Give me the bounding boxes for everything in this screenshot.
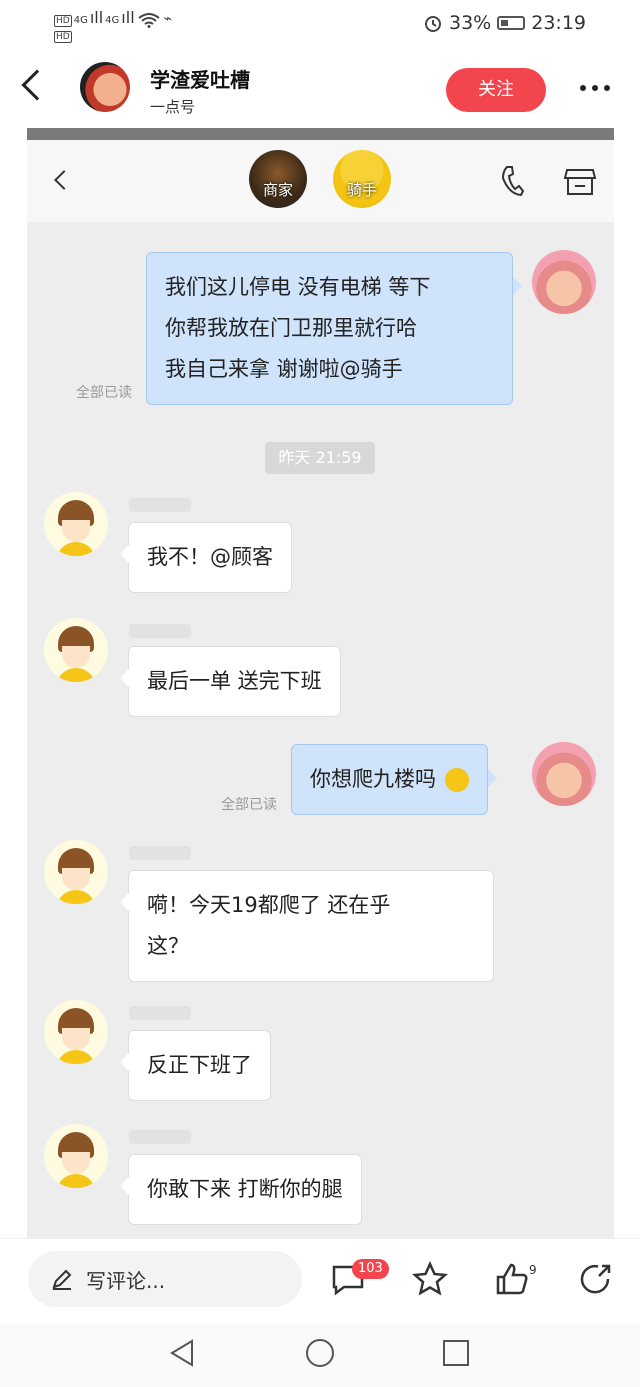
nfc-icon: ⌁ xyxy=(163,11,173,27)
network-indicators: HD 4G ıll 4G ıll ⌁ HD xyxy=(54,8,173,43)
message-line: 你敢下来 打断你的腿 xyxy=(147,1177,343,1201)
chat-header: 商家 骑手 xyxy=(27,140,614,222)
store-icon xyxy=(563,169,597,195)
shush-emoji-icon xyxy=(444,768,469,792)
phone-icon xyxy=(501,166,525,197)
chat-back-icon xyxy=(54,170,74,190)
message-line: 我不！@顾客 xyxy=(147,545,273,569)
message-bubble-rider: 最后一单 送完下班 xyxy=(120,646,341,717)
back-arrow-icon[interactable] xyxy=(21,69,53,101)
clock: 23:19 xyxy=(531,12,586,34)
hd-badge-1: HD xyxy=(54,15,72,27)
alarm-icon xyxy=(425,16,441,32)
comment-placeholder: 写评论... xyxy=(86,1269,166,1293)
chat-screenshot: 商家 骑手 我们这儿停电 没有电梯 等下 你帮我放在门卫那里就行哈 我自己来拿 … xyxy=(27,128,614,1238)
signal-label-2: 4G xyxy=(105,15,120,26)
battery-icon xyxy=(497,16,526,30)
message-line: 你想爬九楼吗 xyxy=(310,767,436,791)
message-line: 反正下班了 xyxy=(147,1053,252,1077)
read-receipt: 全部已读 xyxy=(76,385,132,401)
merchant-avatar: 商家 xyxy=(249,150,307,208)
read-receipt: 全部已读 xyxy=(221,797,277,813)
more-options-icon[interactable] xyxy=(580,85,610,93)
merchant-label: 商家 xyxy=(262,181,293,199)
nav-home-icon[interactable] xyxy=(305,1338,335,1368)
message-bubble-me: 你想爬九楼吗 xyxy=(291,744,497,815)
message-bubble-me: 我们这儿停电 没有电梯 等下 你帮我放在门卫那里就行哈 我自己来拿 谢谢啦@骑手 xyxy=(146,252,522,405)
app-header: 学渣爱吐槽 一点号 关注 xyxy=(0,50,640,130)
my-avatar xyxy=(532,742,596,806)
message-bubble-rider: 我不！@顾客 xyxy=(120,522,292,593)
battery-percent: 33% xyxy=(449,12,492,34)
nav-back-icon[interactable] xyxy=(168,1338,198,1368)
message-bubble-rider: 嗬！今天19都爬了 还在乎 这？ xyxy=(120,870,494,982)
rider-avatar xyxy=(44,492,108,556)
rider-avatar xyxy=(44,1000,108,1064)
hd-badge-2: HD xyxy=(54,31,72,43)
signal-label-1: 4G xyxy=(73,15,88,26)
comment-count-badge: 103 xyxy=(352,1259,389,1279)
rider-avatar xyxy=(44,840,108,904)
message-line: 我们这儿停电 没有电梯 等下 xyxy=(165,275,431,299)
message-line: 最后一单 送完下班 xyxy=(147,669,322,693)
like-count: 9 xyxy=(529,1263,537,1277)
comment-input[interactable]: 写评论... xyxy=(28,1251,302,1307)
pencil-icon xyxy=(52,1269,72,1290)
rider-name-blurred xyxy=(129,1130,191,1144)
rider-name-blurred xyxy=(129,624,191,638)
rider-name-blurred xyxy=(129,846,191,860)
message-bubble-rider: 你敢下来 打断你的腿 xyxy=(120,1154,362,1225)
bottom-action-bar: 写评论... 103 9 xyxy=(0,1238,640,1324)
share-icon[interactable] xyxy=(578,1261,614,1297)
rider-name-blurred xyxy=(129,498,191,512)
rider-avatar xyxy=(44,1124,108,1188)
rider-name-blurred xyxy=(129,1006,191,1020)
time-separator: 昨天 21:59 xyxy=(265,442,375,474)
rider-label: 骑手 xyxy=(346,181,377,199)
message-line: 我自己来拿 谢谢啦@骑手 xyxy=(165,357,403,381)
account-type: 一点号 xyxy=(150,98,196,116)
system-nav-bar xyxy=(0,1324,640,1387)
rider-role-avatar: 骑手 xyxy=(333,150,391,208)
my-avatar xyxy=(532,250,596,314)
status-right: 33% 23:19 xyxy=(423,12,586,34)
nav-recents-icon[interactable] xyxy=(441,1338,471,1368)
status-bar: HD 4G ıll 4G ıll ⌁ HD 33% 23:19 xyxy=(0,0,640,50)
message-line: 这？ xyxy=(147,934,189,958)
star-icon[interactable] xyxy=(412,1261,448,1297)
thumbs-up-icon[interactable] xyxy=(494,1261,530,1297)
account-avatar[interactable] xyxy=(80,62,130,112)
message-line: 嗬！今天19都爬了 还在乎 xyxy=(147,893,391,917)
account-name[interactable]: 学渣爱吐槽 xyxy=(150,64,250,93)
message-bubble-rider: 反正下班了 xyxy=(120,1030,271,1101)
message-line: 你帮我放在门卫那里就行哈 xyxy=(165,316,417,340)
screenshot-top-strip xyxy=(27,128,614,140)
wifi-icon xyxy=(138,13,160,28)
rider-avatar xyxy=(44,618,108,682)
follow-button[interactable]: 关注 xyxy=(446,68,546,112)
